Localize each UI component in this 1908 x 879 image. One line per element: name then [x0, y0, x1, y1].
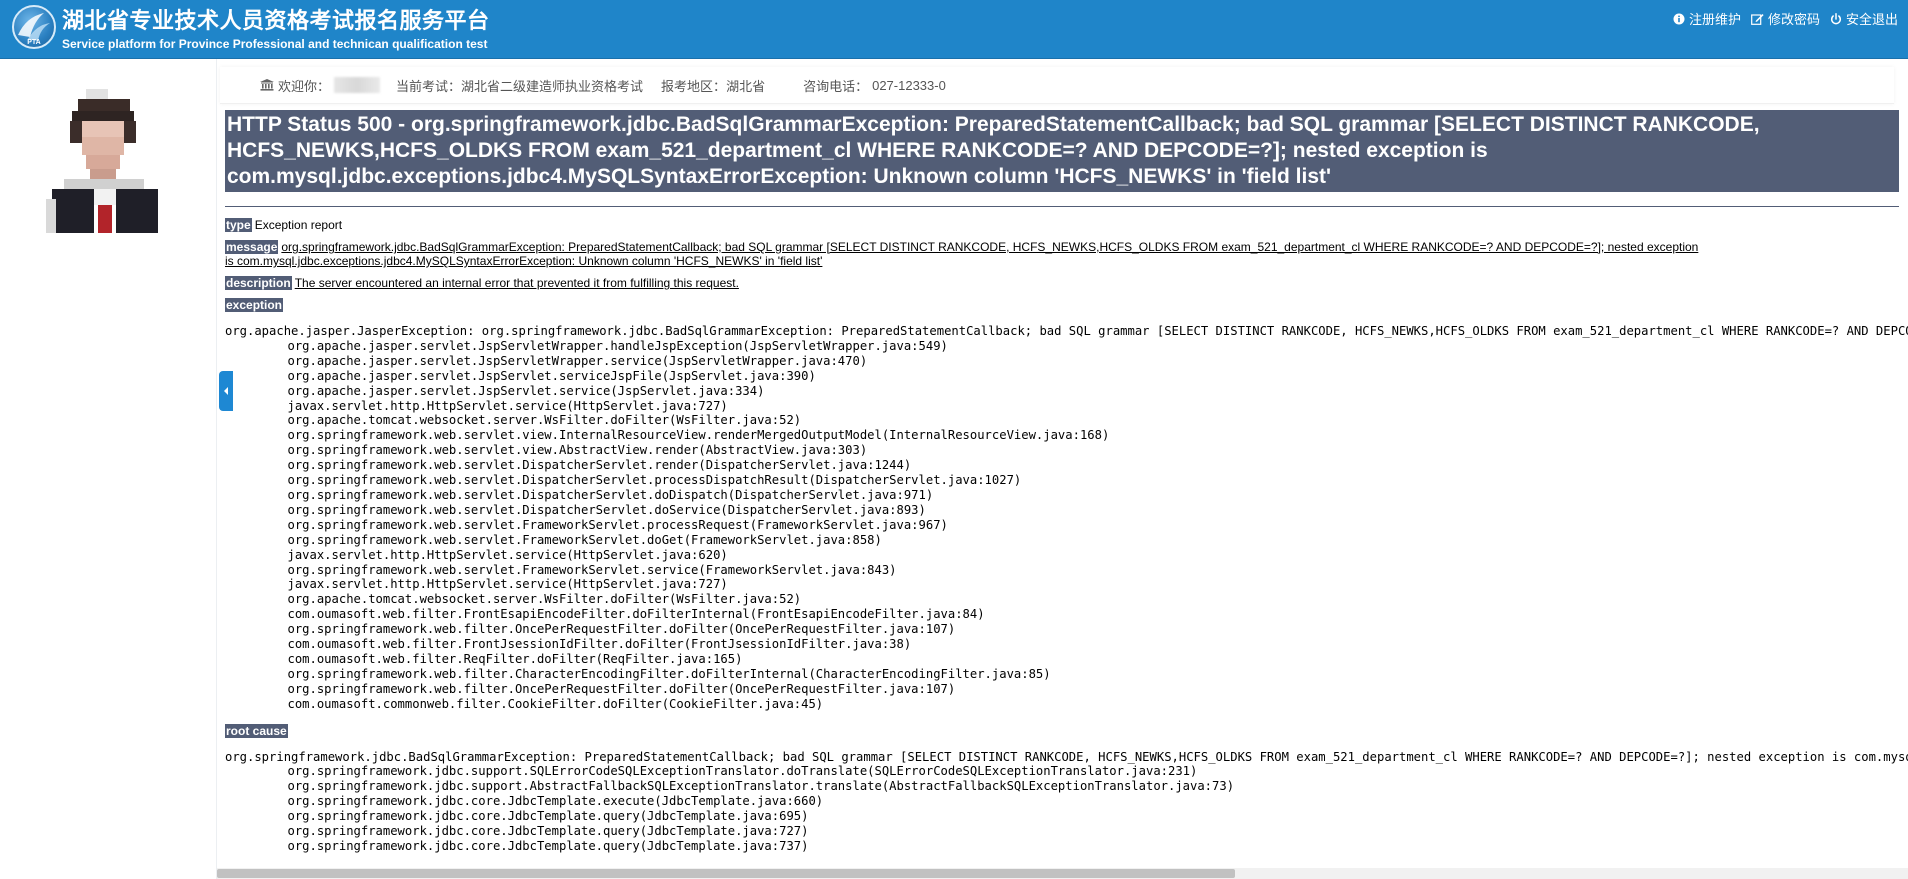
stacktrace-line: org.springframework.jdbc.support.Abstrac…	[287, 779, 1235, 794]
logout-label: 安全退出	[1845, 12, 1898, 27]
exception-header: exception	[225, 298, 1705, 312]
stacktrace-line: com.oumasoft.web.filter.FrontJsessionIdF…	[287, 637, 912, 652]
stacktrace-line: javax.servlet.http.HttpServlet.service(H…	[287, 398, 728, 413]
stacktrace-line: org.springframework.jdbc.support.SQLErro…	[287, 764, 1198, 779]
stacktrace-line: org.springframework.jdbc.core.JdbcTempla…	[287, 824, 809, 839]
phone-label: 咨询电话：	[803, 78, 869, 94]
type-label: type	[225, 218, 252, 232]
current-exam-value: 湖北省二级建造师执业资格考试	[461, 78, 644, 94]
stacktrace-line: org.apache.jasper.servlet.JspServlet.ser…	[287, 383, 765, 398]
stacktrace-line: org.apache.tomcat.websocket.server.WsFil…	[287, 413, 802, 428]
stacktrace-line: org.springframework.web.servlet.Framewor…	[287, 517, 948, 532]
exception-stacktrace: org.apache.jasper.JasperException: org.s…	[225, 324, 1908, 712]
change-password-label: 修改密码	[1767, 12, 1820, 27]
logo-text: PTA	[27, 39, 40, 46]
stacktrace-line: org.springframework.web.servlet.Framewor…	[287, 562, 897, 577]
top-actions: 注册维护 修改密码 安全退出	[1673, 9, 1898, 28]
stacktrace-line: org.springframework.web.servlet.Dispatch…	[287, 458, 912, 473]
stacktrace-line: org.springframework.web.filter.OncePerRe…	[287, 681, 956, 696]
logout-link[interactable]: 安全退出	[1830, 9, 1898, 28]
stacktrace-line: org.apache.jasper.servlet.JspServlet.ser…	[287, 368, 816, 383]
root-cause-header: root cause	[225, 723, 1705, 738]
stacktrace-line: org.springframework.jdbc.core.JdbcTempla…	[287, 794, 824, 809]
user-name-redacted	[334, 77, 381, 93]
left-sidebar	[0, 59, 217, 879]
current-exam-item: 当前考试： 湖北省二级建造师执业资格考试	[396, 76, 643, 95]
message-value: org.springframework.jdbc.BadSqlGrammarEx…	[225, 240, 1699, 268]
stacktrace-line: org.springframework.web.servlet.Dispatch…	[287, 502, 926, 517]
stacktrace-line: javax.servlet.http.HttpServlet.service(H…	[287, 547, 728, 562]
welcome-label: 欢迎你：	[278, 78, 331, 94]
platform-subtitle: Service platform for Province Profession…	[62, 37, 488, 51]
info-circle-icon	[1673, 13, 1685, 24]
error-title: HTTP Status 500 - org.springframework.jd…	[225, 110, 1899, 192]
stacktrace-line: org.springframework.jdbc.core.JdbcTempla…	[287, 839, 809, 853]
region-label: 报考地区：	[661, 78, 727, 94]
stacktrace-line: org.springframework.jdbc.BadSqlGrammarEx…	[225, 749, 1908, 764]
description-row: description The server encountered an int…	[225, 276, 1705, 290]
register-maintain-link[interactable]: 注册维护	[1673, 9, 1741, 28]
region-item: 报考地区： 湖北省	[661, 76, 765, 95]
message-label: message	[225, 240, 279, 254]
description-value: The server encountered an internal error…	[294, 276, 739, 290]
root-cause-label: root cause	[225, 723, 288, 738]
avatar	[46, 89, 164, 233]
stacktrace-line: org.apache.jasper.servlet.JspServletWrap…	[287, 353, 868, 368]
stacktrace-line: com.oumasoft.commonweb.filter.CookieFilt…	[287, 696, 824, 711]
change-password-link[interactable]: 修改密码	[1751, 9, 1820, 28]
type-row: type Exception report	[225, 218, 1705, 232]
stacktrace-line: org.springframework.web.filter.Character…	[287, 666, 1051, 681]
current-exam-label: 当前考试：	[396, 78, 462, 94]
exception-label: exception	[225, 298, 284, 312]
stacktrace-line: org.apache.jasper.servlet.JspServletWrap…	[287, 338, 948, 353]
stacktrace-line: org.springframework.web.servlet.Framewor…	[287, 532, 882, 547]
stacktrace-line: com.oumasoft.web.filter.ReqFilter.doFilt…	[287, 651, 743, 666]
horizontal-scrollbar[interactable]	[217, 868, 1908, 879]
stacktrace-line: org.springframework.web.servlet.view.Int…	[287, 428, 1110, 443]
exam-info-bar: 欢迎你： 当前考试： 湖北省二级建造师执业资格考试 报考地区： 湖北省 咨询电话…	[220, 67, 1894, 104]
divider	[225, 206, 1899, 207]
stacktrace-line: com.oumasoft.web.filter.FrontEsapiEncode…	[287, 607, 985, 622]
phone-value: 027-12333-0	[872, 77, 946, 93]
stacktrace-line: org.springframework.web.servlet.Dispatch…	[287, 473, 1022, 488]
app-header: PTA 湖北省专业技术人员资格考试报名服务平台 Service platform…	[0, 0, 1908, 59]
register-maintain-label: 注册维护	[1688, 12, 1741, 27]
root-cause-stacktrace: org.springframework.jdbc.BadSqlGrammarEx…	[225, 750, 1908, 854]
bank-icon	[260, 79, 274, 91]
stacktrace-line: javax.servlet.http.HttpServlet.service(H…	[287, 577, 728, 592]
edit-icon	[1751, 13, 1764, 25]
error-report: HTTP Status 500 - org.springframework.jd…	[225, 110, 1908, 868]
phone-item: 咨询电话： 027-12333-0	[803, 76, 946, 95]
stacktrace-line: org.springframework.web.servlet.Dispatch…	[287, 487, 934, 502]
scrollbar-thumb[interactable]	[217, 869, 1235, 878]
description-label: description	[225, 276, 292, 290]
stacktrace-line: org.apache.tomcat.websocket.server.WsFil…	[287, 592, 802, 607]
stacktrace-line: org.springframework.web.filter.OncePerRe…	[287, 622, 956, 637]
region-value: 湖北省	[726, 78, 766, 94]
power-icon	[1830, 12, 1842, 24]
platform-title: 湖北省专业技术人员资格考试报名服务平台	[62, 8, 490, 33]
stacktrace-line: org.springframework.jdbc.core.JdbcTempla…	[287, 809, 809, 824]
stacktrace-line: org.apache.jasper.JasperException: org.s…	[225, 324, 1908, 338]
type-value: Exception report	[254, 218, 343, 232]
pta-logo: PTA	[12, 5, 56, 49]
message-row: message org.springframework.jdbc.BadSqlGr…	[225, 240, 1705, 268]
welcome-item: 欢迎你：	[260, 76, 384, 95]
stacktrace-line: org.springframework.web.servlet.view.Abs…	[287, 443, 868, 458]
